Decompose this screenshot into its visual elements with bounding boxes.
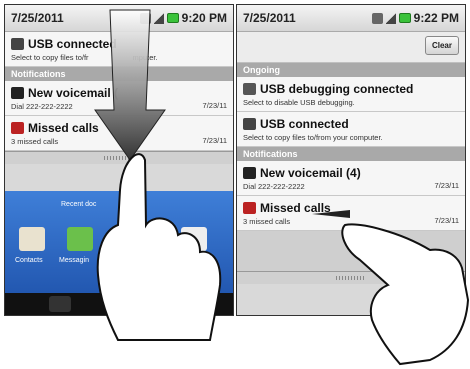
swipe-left-arrow-icon <box>312 210 350 218</box>
hand-icon <box>96 153 222 341</box>
gesture-overlay <box>94 9 470 366</box>
hand-icon <box>341 223 470 366</box>
drag-down-arrow-icon <box>94 9 166 161</box>
